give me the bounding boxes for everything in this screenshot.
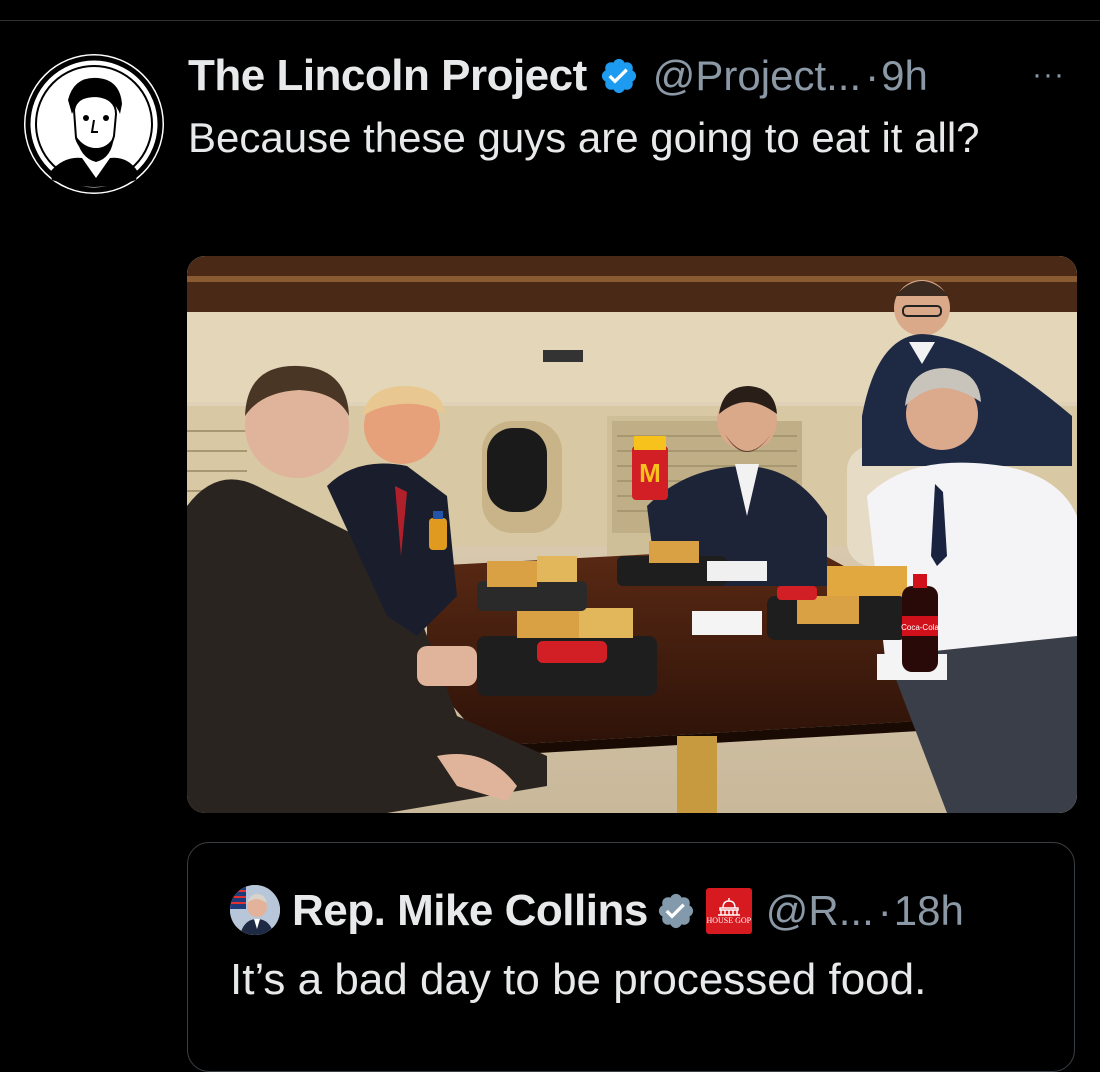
- top-divider: [0, 20, 1100, 21]
- quoted-tweet-card[interactable]: Rep. Mike Collins HOUSE GOP @R... · 18h …: [187, 842, 1075, 1072]
- quoted-handle[interactable]: @R...: [766, 887, 874, 935]
- handle[interactable]: @Project...: [653, 52, 861, 100]
- quoted-separator-dot: ·: [877, 887, 892, 934]
- quoted-tweet-header: Rep. Mike Collins HOUSE GOP @R... · 18h: [292, 883, 964, 939]
- house-gop-capitol-icon[interactable]: HOUSE GOP: [705, 888, 752, 934]
- profile-avatar[interactable]: [24, 54, 164, 194]
- quoted-timestamp[interactable]: 18h: [894, 887, 964, 935]
- photo-illustration: M Coca-Cola: [187, 256, 1077, 813]
- display-name[interactable]: The Lincoln Project: [188, 51, 587, 101]
- separator-dot: ·: [865, 52, 880, 99]
- tweet-text: Because these guys are going to eat it a…: [188, 114, 980, 161]
- verified-badge-gray-icon: [656, 891, 696, 931]
- badge-text: HOUSE GOP: [706, 916, 752, 925]
- tweet-header: The Lincoln Project @Project... · 9h: [188, 46, 928, 106]
- capitol-dome-icon: [717, 898, 740, 916]
- quoted-display-name[interactable]: Rep. Mike Collins: [292, 886, 648, 936]
- svg-text:M: M: [639, 458, 661, 488]
- quoted-tweet-text: It’s a bad day to be processed food.: [230, 955, 927, 1004]
- verified-badge-icon: [599, 56, 639, 96]
- timestamp[interactable]: 9h: [881, 52, 928, 100]
- svg-text:Coca-Cola: Coca-Cola: [901, 623, 939, 632]
- more-options-icon[interactable]: ···: [1032, 58, 1065, 92]
- person-avatar-icon: [230, 885, 280, 935]
- tweet-photo[interactable]: M Coca-Cola: [187, 256, 1077, 813]
- lincoln-silhouette-icon: [25, 55, 163, 193]
- quoted-avatar[interactable]: [230, 885, 280, 935]
